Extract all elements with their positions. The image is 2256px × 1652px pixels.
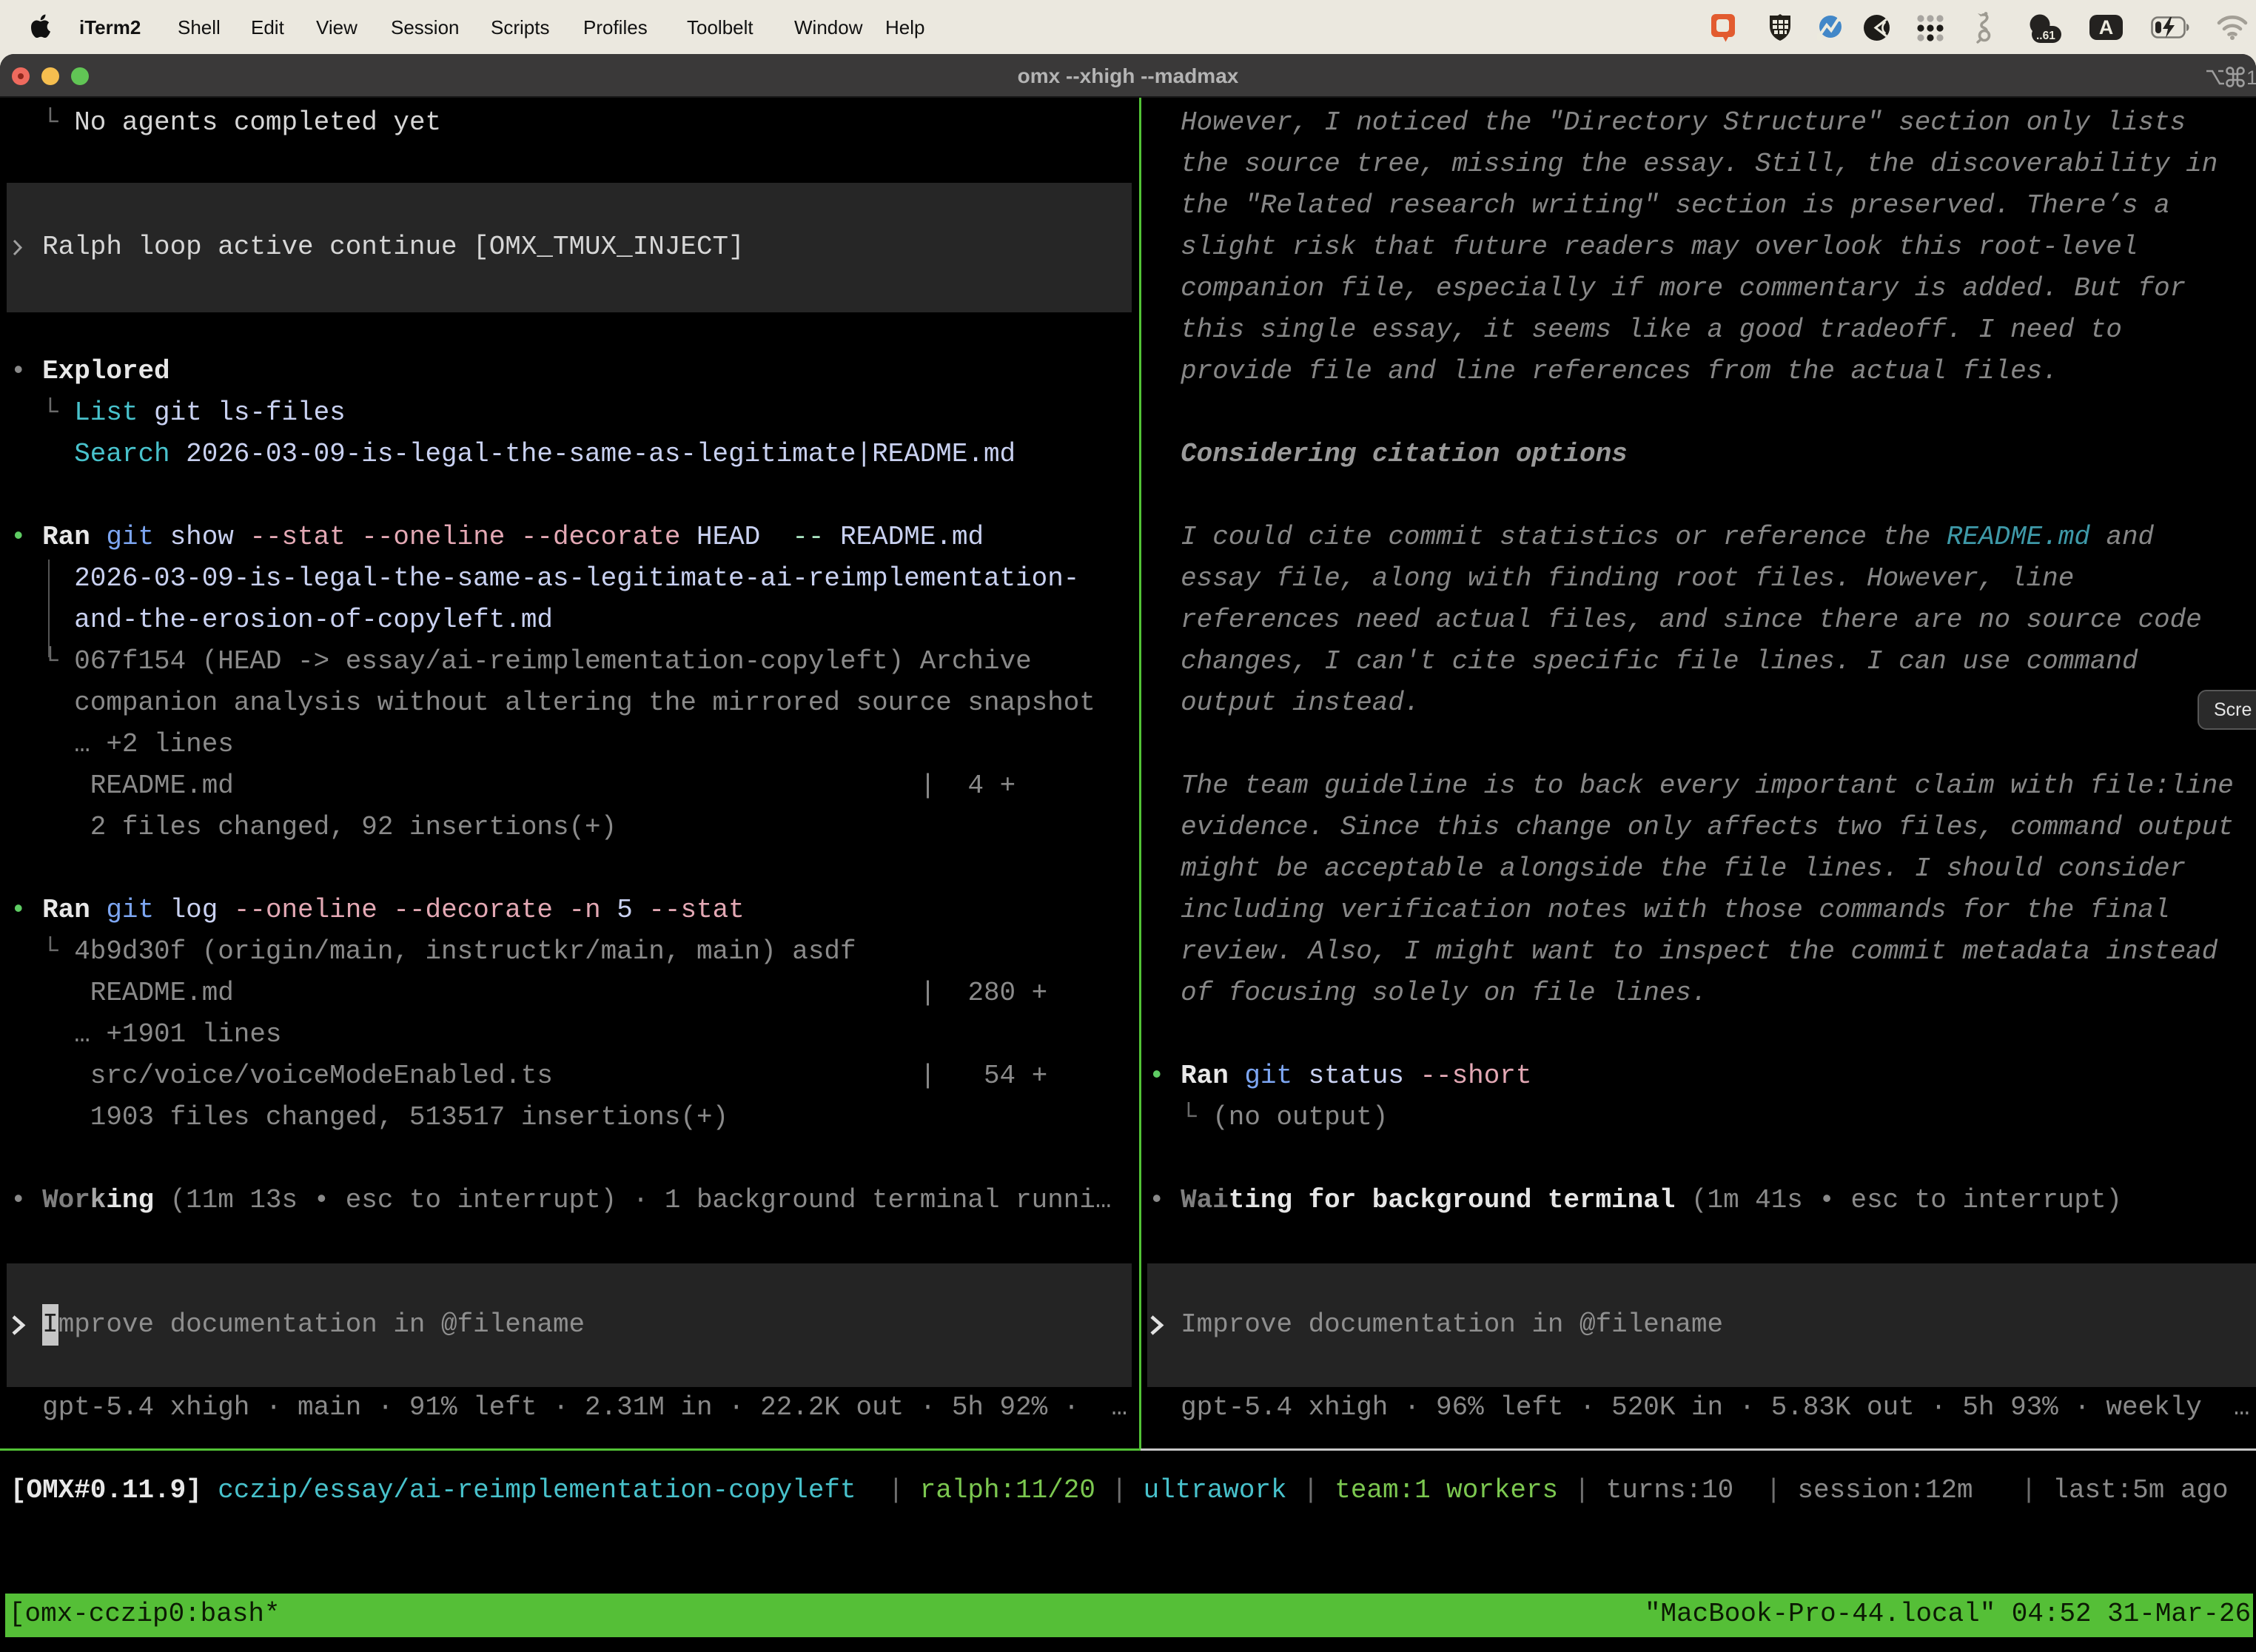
svg-text:1: 1: [2246, 67, 2256, 89]
svg-text:..61: ..61: [2036, 30, 2055, 42]
